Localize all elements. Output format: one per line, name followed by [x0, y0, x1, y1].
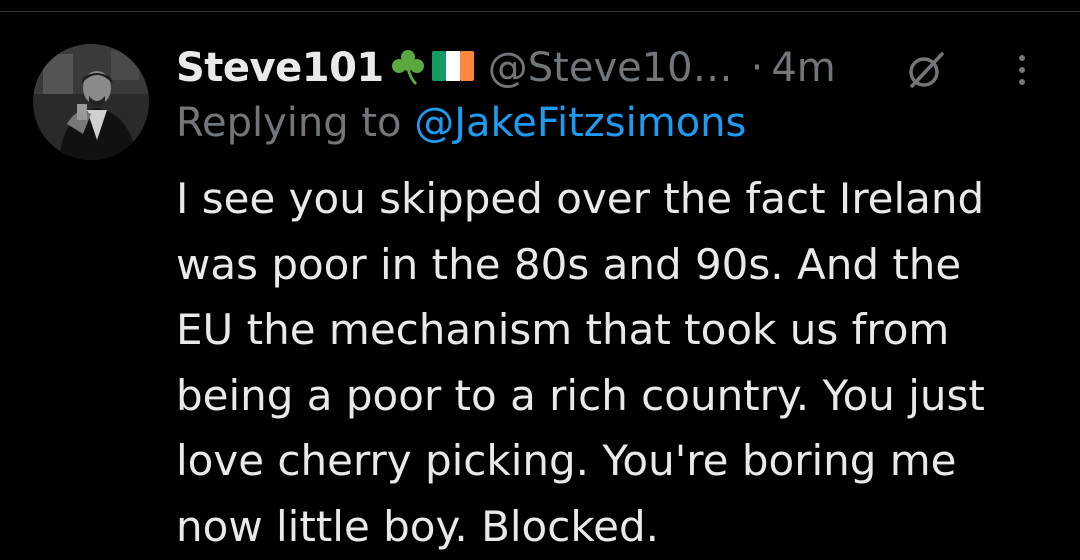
timestamp[interactable]: 4m [771, 45, 835, 91]
irish-flag-emoji [431, 49, 474, 87]
replying-to-line: Replying to @JakeFitzsimons [176, 100, 746, 146]
reply-mention-link[interactable]: @JakeFitzsimons [414, 100, 746, 146]
tweet-text-line: EU the mechanism that took us from [176, 305, 950, 355]
avatar-photo [33, 44, 149, 160]
top-divider [0, 0, 1080, 12]
more-options-icon[interactable] [1012, 50, 1032, 94]
tweet-text-line: love cherry picking. You're boring me [176, 436, 957, 486]
tweet-text-line: now little boy. Blocked. [176, 501, 660, 551]
shamrock-emoji [388, 46, 428, 90]
avatar[interactable] [33, 44, 149, 160]
tweet-text: I see you skipped over the fact Ireland … [176, 166, 1056, 560]
tweet-text-line: was poor in the 80s and 90s. And the [176, 239, 962, 289]
tweet-text-line: being a poor to a rich country. You just [176, 370, 985, 420]
display-name[interactable]: Steve101 [176, 45, 384, 91]
user-handle[interactable]: @Steve10… [488, 45, 733, 91]
grok-icon[interactable] [904, 48, 948, 96]
replying-to-label: Replying to [176, 100, 402, 146]
separator-dot: · [750, 45, 764, 91]
tweet-text-line: I see you skipped over the fact Ireland [176, 174, 985, 223]
